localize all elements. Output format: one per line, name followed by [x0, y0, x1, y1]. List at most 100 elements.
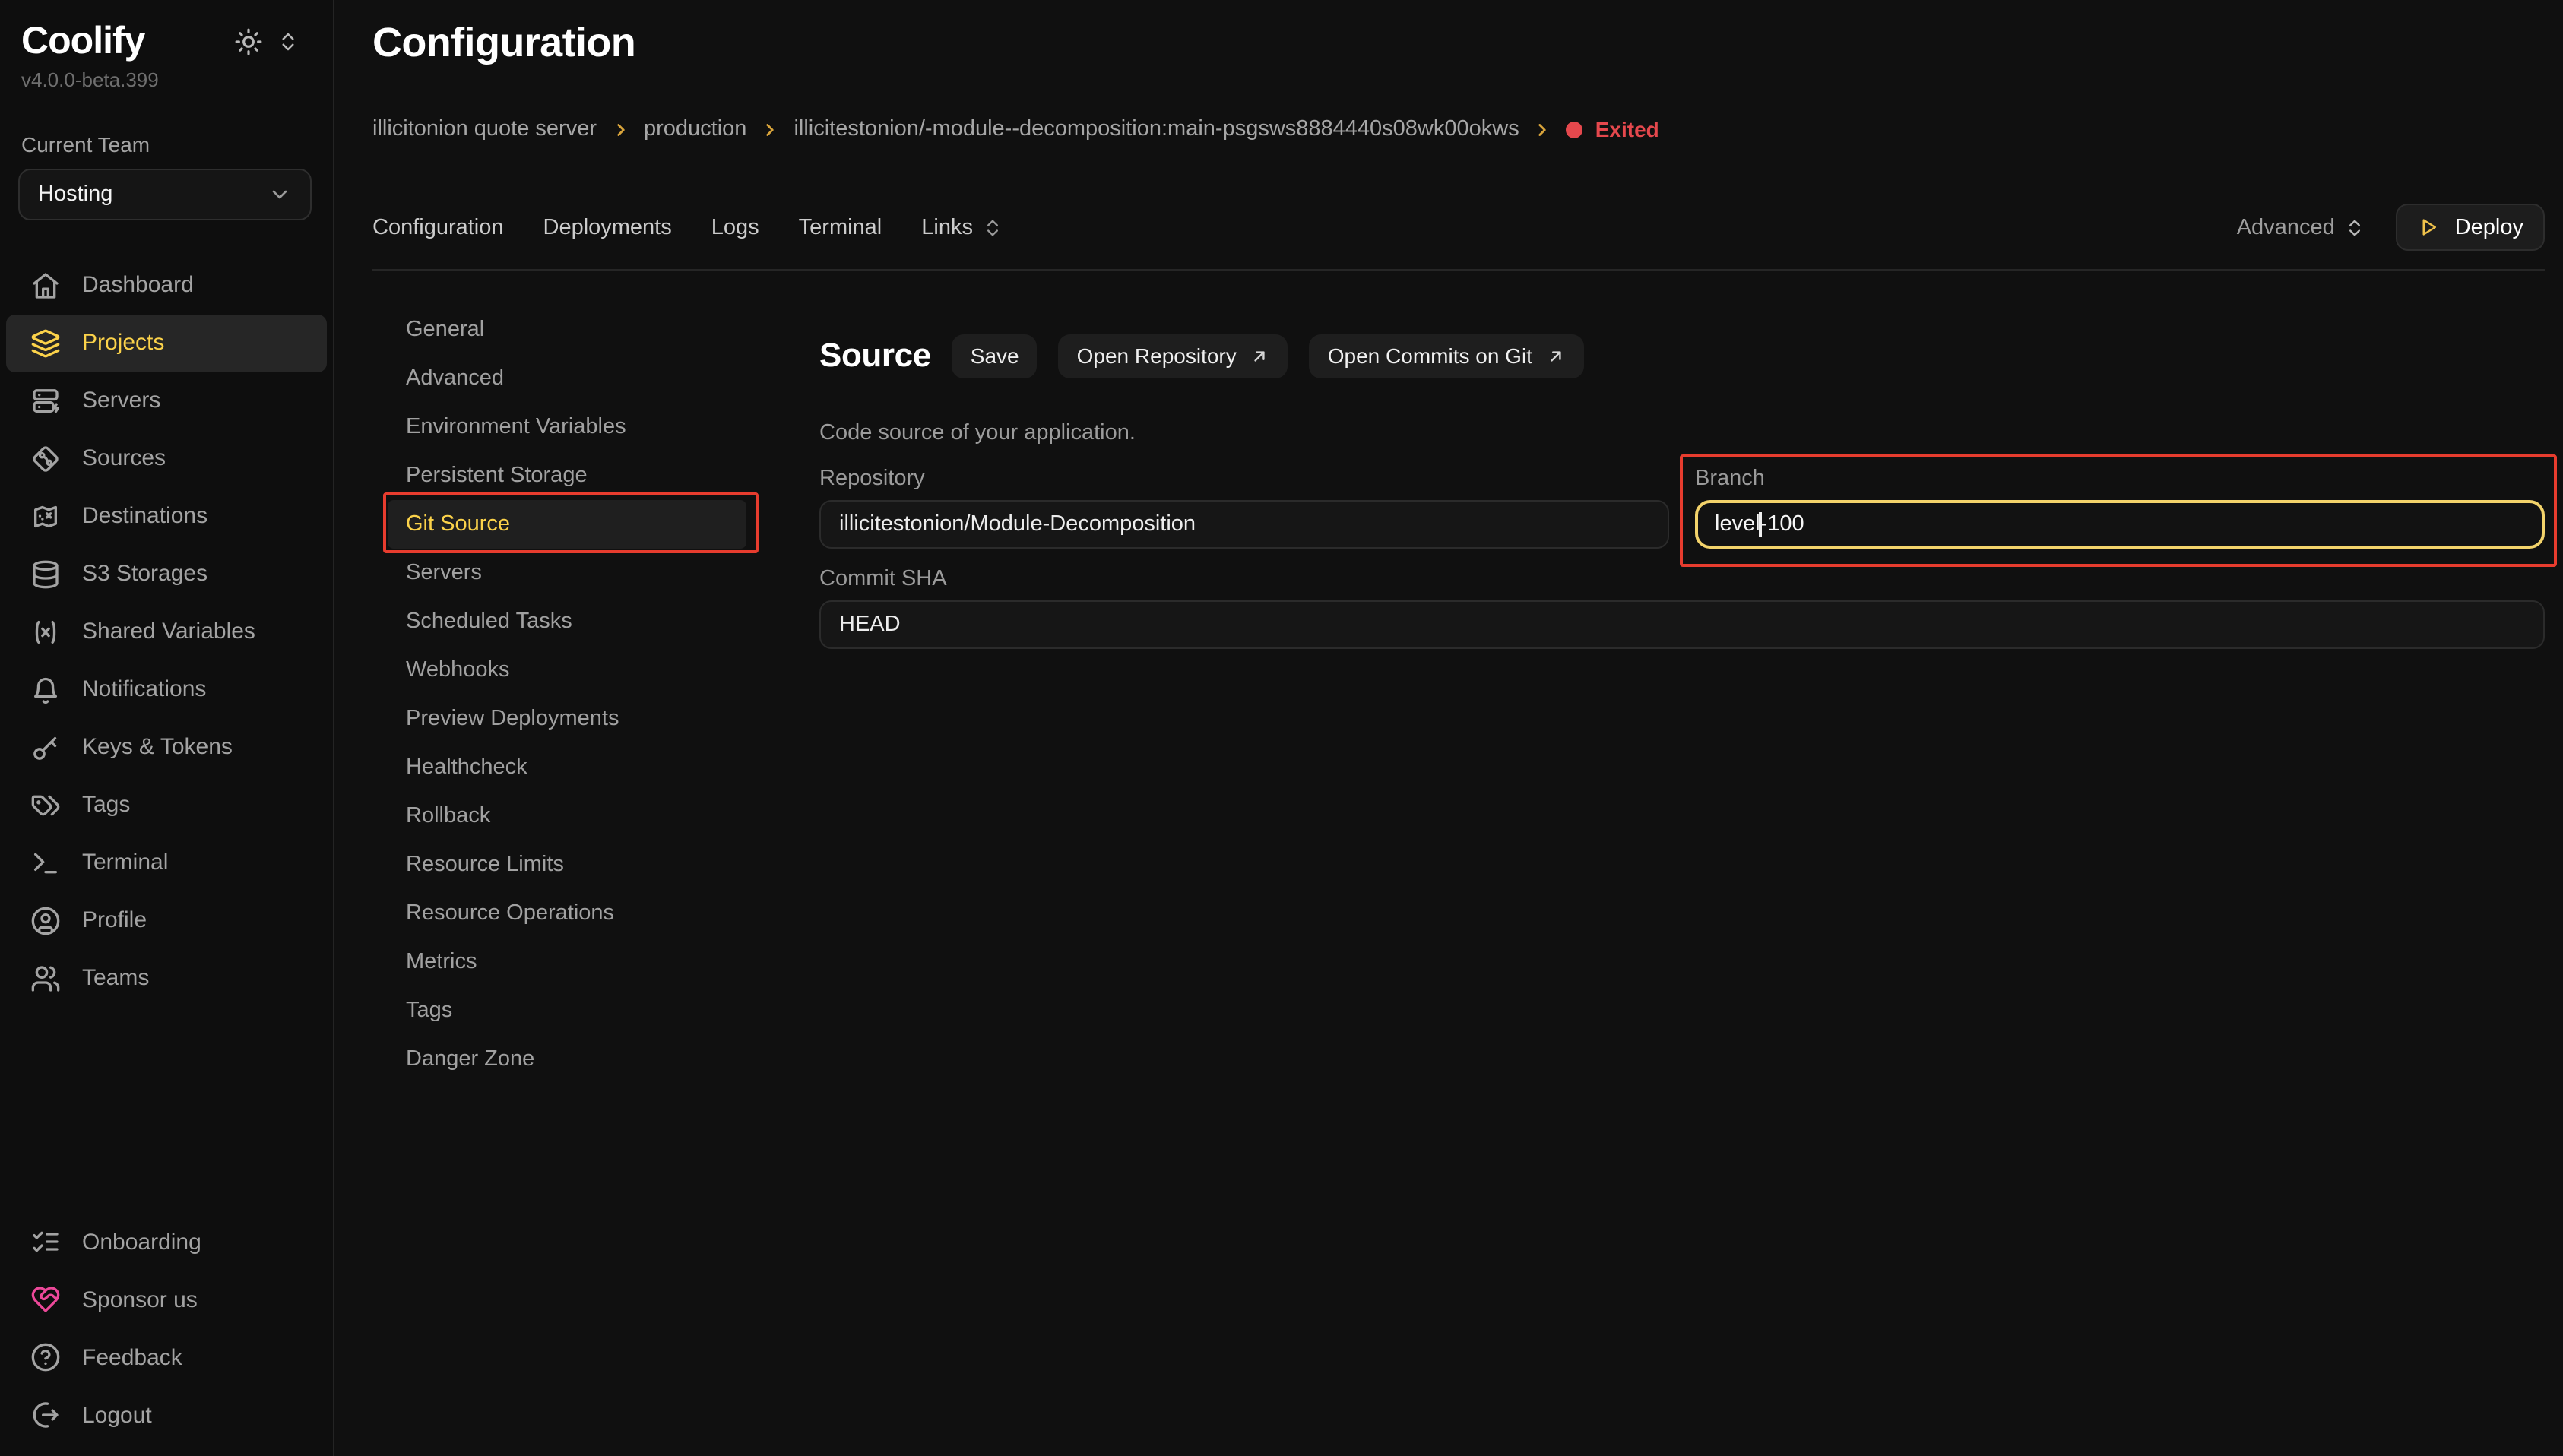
sidebar-item-profile[interactable]: Profile — [6, 891, 327, 949]
tab-label: Deployments — [543, 215, 672, 239]
tab-configuration[interactable]: Configuration — [372, 215, 504, 239]
subnav-item-persistent-storage[interactable]: Persistent Storage — [388, 451, 746, 500]
breadcrumb-resource[interactable]: illicitestonion/-module--decomposition:m… — [794, 117, 1519, 141]
map-icon — [30, 501, 61, 531]
breadcrumb-project[interactable]: illicitonion quote server — [372, 117, 597, 141]
server-icon — [30, 385, 61, 416]
users-icon — [30, 963, 61, 993]
config-subnav: General Advanced Environment Variables P… — [388, 305, 746, 1456]
branch-input-wrap — [1695, 499, 2545, 548]
sidebar-item-tags[interactable]: Tags — [6, 776, 327, 834]
open-repository-button[interactable]: Open Repository — [1059, 334, 1288, 378]
list-checks-icon — [30, 1227, 61, 1257]
subnav-item-git-source[interactable]: Git Source — [388, 500, 746, 549]
tab-label: Terminal — [799, 215, 882, 239]
sidebar-item-logout[interactable]: Logout — [6, 1386, 327, 1444]
subnav-item-healthcheck[interactable]: Healthcheck — [388, 743, 746, 792]
open-commits-button[interactable]: Open Commits on Git — [1310, 334, 1584, 378]
sidebar-item-destinations[interactable]: Destinations — [6, 487, 327, 545]
tab-deployments[interactable]: Deployments — [543, 215, 672, 239]
sidebar-spacer — [0, 1007, 333, 1213]
tabs-row: Configuration Deployments Logs Terminal … — [372, 204, 2545, 251]
sidebar-item-label: Teams — [82, 965, 149, 991]
sidebar-item-onboarding[interactable]: Onboarding — [6, 1213, 327, 1271]
subnav-label: General — [406, 318, 484, 342]
deploy-button[interactable]: Deploy — [2396, 204, 2545, 251]
subnav-label: Resource Operations — [406, 901, 614, 926]
sidebar-item-dashboard[interactable]: Dashboard — [6, 256, 327, 314]
tab-links[interactable]: Links — [921, 215, 1003, 239]
source-description: Code source of your application. — [819, 420, 2545, 445]
sidebar-item-feedback[interactable]: Feedback — [6, 1328, 327, 1386]
subnav-item-metrics[interactable]: Metrics — [388, 938, 746, 986]
subnav-item-environment-variables[interactable]: Environment Variables — [388, 403, 746, 451]
branch-input[interactable] — [1695, 499, 2545, 548]
repository-input[interactable] — [819, 499, 1669, 548]
sidebar-item-label: Sponsor us — [82, 1287, 198, 1312]
sidebar-item-s3-storages[interactable]: S3 Storages — [6, 545, 327, 603]
parentheses-x-icon — [30, 616, 61, 647]
sidebar-item-keys-tokens[interactable]: Keys & Tokens — [6, 718, 327, 776]
source-fields: Repository Branch Commit SHA — [819, 464, 2545, 648]
advanced-dropdown[interactable]: Advanced — [2237, 215, 2365, 239]
subnav-item-servers[interactable]: Servers — [388, 549, 746, 597]
save-button[interactable]: Save — [952, 334, 1038, 378]
sun-icon[interactable] — [234, 27, 263, 56]
subnav-label: Environment Variables — [406, 415, 626, 439]
git-source-icon — [30, 443, 61, 473]
commit-sha-field: Commit SHA — [819, 565, 2545, 648]
tags-icon — [30, 790, 61, 820]
sidebar-item-label: Keys & Tokens — [82, 734, 233, 760]
team-select[interactable]: Hosting — [18, 168, 312, 220]
sidebar-item-servers[interactable]: Servers — [6, 372, 327, 429]
subnav-item-resource-operations[interactable]: Resource Operations — [388, 889, 746, 938]
chevron-down-icon — [268, 182, 292, 206]
sidebar-item-label: Notifications — [82, 676, 206, 702]
theme-switcher-chevrons-icon[interactable] — [277, 30, 299, 53]
commit-sha-input[interactable] — [819, 600, 2545, 648]
repository-field: Repository — [819, 464, 1669, 548]
sidebar-item-terminal[interactable]: Terminal — [6, 834, 327, 891]
sidebar-nav: Dashboard Projects Servers Sources — [0, 256, 333, 1007]
tab-terminal[interactable]: Terminal — [799, 215, 882, 239]
heart-handshake-icon — [30, 1284, 61, 1315]
tab-logs[interactable]: Logs — [711, 215, 759, 239]
sidebar-item-notifications[interactable]: Notifications — [6, 660, 327, 718]
subnav-label: Tags — [406, 999, 452, 1023]
sidebar-item-shared-variables[interactable]: Shared Variables — [6, 603, 327, 660]
bell-icon — [30, 674, 61, 704]
save-label: Save — [971, 344, 1019, 369]
breadcrumb-environment[interactable]: production — [644, 117, 746, 141]
arrow-up-right-icon — [1250, 347, 1270, 366]
theme-controls — [234, 27, 299, 56]
sidebar-item-label: Sources — [82, 445, 166, 471]
subnav-item-scheduled-tasks[interactable]: Scheduled Tasks — [388, 597, 746, 646]
subnav-item-resource-limits[interactable]: Resource Limits — [388, 840, 746, 889]
branch-label: Branch — [1695, 464, 2545, 492]
sidebar-item-label: Projects — [82, 330, 164, 356]
subnav-item-preview-deployments[interactable]: Preview Deployments — [388, 695, 746, 743]
breadcrumb: illicitonion quote server production ill… — [372, 117, 2545, 141]
sidebar-item-label: Shared Variables — [82, 619, 255, 644]
sidebar-item-projects[interactable]: Projects — [6, 314, 327, 372]
sidebar-item-teams[interactable]: Teams — [6, 949, 327, 1007]
subnav-item-webhooks[interactable]: Webhooks — [388, 646, 746, 695]
subnav-item-general[interactable]: General — [388, 305, 746, 354]
subnav-label: Rollback — [406, 804, 490, 828]
chevron-right-icon — [760, 119, 780, 139]
subnav-item-danger-zone[interactable]: Danger Zone — [388, 1035, 746, 1084]
source-header: Source Save Open Repository Open Commits… — [819, 309, 2545, 404]
sidebar-item-sponsor-us[interactable]: Sponsor us — [6, 1271, 327, 1328]
sidebar-item-label: S3 Storages — [82, 561, 208, 587]
subnav-label: Scheduled Tasks — [406, 609, 572, 634]
deploy-label: Deploy — [2455, 215, 2523, 239]
subnav-label: Servers — [406, 561, 482, 585]
arrow-up-right-icon — [1546, 347, 1566, 366]
sidebar-item-sources[interactable]: Sources — [6, 429, 327, 487]
subnav-item-tags[interactable]: Tags — [388, 986, 746, 1035]
subnav-item-advanced[interactable]: Advanced — [388, 354, 746, 403]
subnav-label: Healthcheck — [406, 755, 527, 780]
source-panel: Source Save Open Repository Open Commits… — [819, 309, 2545, 1456]
subnav-item-rollback[interactable]: Rollback — [388, 792, 746, 840]
team-select-value: Hosting — [38, 182, 112, 206]
